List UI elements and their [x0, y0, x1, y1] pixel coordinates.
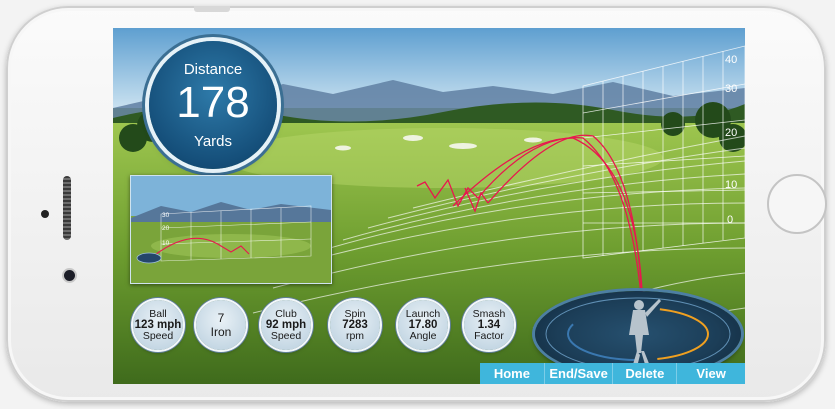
end-save-button[interactable]: End/Save [545, 363, 614, 384]
stat-value: 1.34 [477, 318, 501, 331]
distance-value: 178 [176, 78, 250, 127]
distance-label: Distance [183, 61, 243, 78]
svg-text:10: 10 [725, 179, 737, 191]
action-toolbar: Home End/Save Delete View [480, 363, 745, 384]
stat-value: 92 mph [265, 318, 307, 331]
svg-text:10: 10 [162, 240, 170, 247]
distance-badge: Distance 178 Yards [149, 41, 277, 169]
svg-text:30: 30 [725, 83, 737, 95]
svg-text:20: 20 [162, 225, 170, 232]
stat-label: Angle [409, 329, 437, 342]
power-button [194, 6, 230, 12]
ball-speed-stat[interactable]: Ball 123 mph Speed [133, 300, 183, 350]
overview-inset[interactable]: 30 20 10 [130, 175, 332, 284]
home-hardware-button[interactable] [767, 174, 827, 234]
stat-value: 7283 [342, 318, 368, 331]
earpiece-speaker [63, 176, 71, 240]
svg-text:40: 40 [725, 54, 737, 66]
stat-value: 7 [217, 311, 225, 325]
launch-angle-stat[interactable]: Launch 17.80 Angle [398, 300, 448, 350]
club-type-stat[interactable]: 7 Iron [196, 300, 246, 350]
front-camera [64, 270, 75, 281]
stat-label: Ball [149, 307, 167, 320]
app-screen: 40 30 20 10 0 Distance 178 Yards 30 20 1… [113, 28, 745, 384]
club-speed-stat[interactable]: Club 92 mph Speed [261, 300, 311, 350]
smash-factor-stat[interactable]: Smash 1.34 Factor [464, 300, 514, 350]
stat-label: Iron [210, 325, 232, 339]
stat-label: Factor [474, 329, 504, 342]
stat-value: 17.80 [408, 318, 438, 331]
inset-scene: 30 20 10 [131, 176, 331, 283]
stat-label: Speed [142, 329, 174, 342]
svg-text:0: 0 [727, 214, 733, 226]
proximity-sensor [41, 210, 49, 218]
stat-label: Launch [405, 307, 441, 320]
svg-text:30: 30 [162, 212, 170, 219]
stat-label: Spin [344, 307, 366, 320]
distance-unit: Yards [193, 133, 233, 150]
home-button[interactable]: Home [480, 363, 545, 384]
stat-value: 123 mph [134, 318, 182, 331]
stat-label: Club [275, 307, 297, 320]
stat-label: Smash [472, 307, 506, 320]
stat-label: Speed [270, 329, 302, 342]
svg-text:20: 20 [725, 127, 737, 139]
stat-label: rpm [345, 329, 365, 342]
view-button[interactable]: View [677, 363, 745, 384]
delete-button[interactable]: Delete [613, 363, 678, 384]
spin-stat[interactable]: Spin 7283 rpm [330, 300, 380, 350]
